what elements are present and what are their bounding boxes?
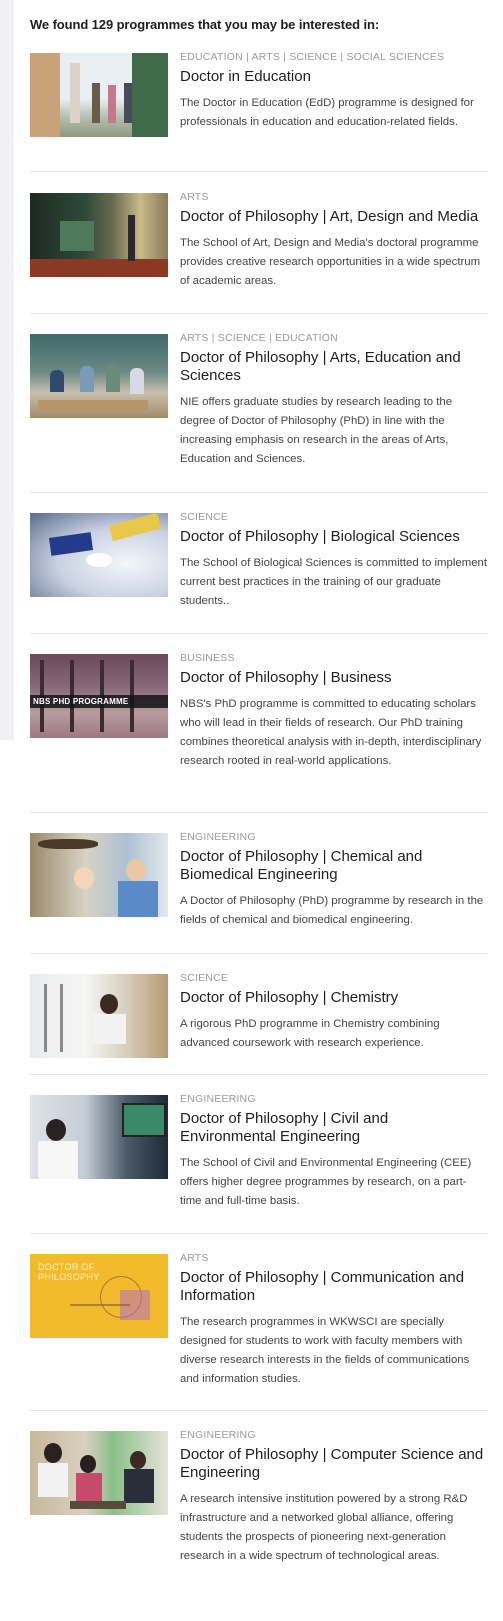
programme-description: NIE offers graduate studies by research … (180, 396, 453, 465)
list-item[interactable]: ARTS Doctor of Philosophy | Art, Design … (30, 190, 488, 314)
programme-image[interactable] (30, 1431, 168, 1515)
programme-description: The School of Art, Design and Media's do… (180, 237, 481, 287)
list-item[interactable]: DOCTOR OF PHILOSOPHY ARTS Doctor of Phil… (30, 1251, 488, 1411)
programme-category: ENGINEERING (180, 1093, 256, 1105)
programme-image[interactable] (30, 53, 168, 137)
list-item[interactable]: ENGINEERING Doctor of Philosophy | Chemi… (30, 830, 488, 954)
programme-title-link[interactable]: Doctor in Education (180, 68, 488, 86)
programme-image[interactable]: DOCTOR OF PHILOSOPHY (30, 1254, 168, 1338)
programme-title-link[interactable]: Doctor of Philosophy | Chemical and Biom… (180, 848, 488, 884)
programme-description: A research intensive institution powered… (180, 1493, 468, 1562)
programme-category: ARTS (180, 191, 209, 203)
programme-category: ARTS (180, 1252, 209, 1264)
left-rail (0, 0, 14, 740)
result-count: We found 129 programmes that you may be … (30, 17, 380, 32)
programme-title-link[interactable]: Doctor of Philosophy | Biological Scienc… (180, 528, 488, 546)
thumbnail-caption: DOCTOR OF PHILOSOPHY (38, 1262, 100, 1282)
programme-image[interactable] (30, 1095, 168, 1179)
list-item[interactable]: NBS PHD PROGRAMME BUSINESS Doctor of Phi… (30, 651, 488, 813)
programme-category: ENGINEERING (180, 1429, 256, 1441)
programme-category: SCIENCE (180, 972, 229, 984)
programme-description: NBS's PhD programme is committed to educ… (180, 698, 482, 767)
list-item[interactable]: EDUCATION | ARTS | SCIENCE | SOCIAL SCIE… (30, 50, 488, 172)
programme-image[interactable] (30, 334, 168, 418)
programme-image[interactable] (30, 513, 168, 597)
programme-image[interactable] (30, 974, 168, 1058)
programme-description: The School of Biological Sciences is com… (180, 557, 488, 607)
programme-title-link[interactable]: Doctor of Philosophy | Chemistry (180, 989, 488, 1007)
programme-title-link[interactable]: Doctor of Philosophy | Arts, Education a… (180, 349, 488, 385)
programme-category: SCIENCE (180, 511, 229, 523)
programme-title-link[interactable]: Doctor of Philosophy | Art, Design and M… (180, 208, 488, 226)
programme-category: BUSINESS (180, 652, 235, 664)
list-item[interactable]: ARTS | SCIENCE | EDUCATION Doctor of Phi… (30, 331, 488, 493)
programme-description: The Doctor in Education (EdD) programme … (180, 97, 474, 128)
programme-category: EDUCATION | ARTS | SCIENCE | SOCIAL SCIE… (180, 51, 445, 63)
programme-title-link[interactable]: Doctor of Philosophy | Business (180, 669, 488, 687)
programme-image[interactable] (30, 193, 168, 277)
programme-image[interactable] (30, 833, 168, 917)
thumbnail-caption: NBS PHD PROGRAMME (30, 695, 168, 708)
list-item[interactable]: ENGINEERING Doctor of Philosophy | Civil… (30, 1092, 488, 1234)
programme-category: ENGINEERING (180, 831, 256, 843)
programme-title-link[interactable]: Doctor of Philosophy | Civil and Environ… (180, 1110, 488, 1146)
list-item[interactable]: SCIENCE Doctor of Philosophy | Chemistry… (30, 971, 488, 1075)
programme-category: ARTS | SCIENCE | EDUCATION (180, 332, 338, 344)
programme-description: The research programmes in WKWSCI are sp… (180, 1316, 470, 1385)
list-item[interactable]: SCIENCE Doctor of Philosophy | Biologica… (30, 510, 488, 634)
programme-description: A rigorous PhD programme in Chemistry co… (180, 1018, 440, 1049)
programme-image[interactable]: NBS PHD PROGRAMME (30, 654, 168, 738)
list-item[interactable]: ENGINEERING Doctor of Philosophy | Compu… (30, 1428, 488, 1588)
programme-title-link[interactable]: Doctor of Philosophy | Communication and… (180, 1269, 488, 1305)
results-container: We found 129 programmes that you may be … (30, 0, 488, 1588)
programme-description: A Doctor of Philosophy (PhD) programme b… (180, 895, 484, 926)
programme-title-link[interactable]: Doctor of Philosophy | Computer Science … (180, 1446, 488, 1482)
programme-description: The School of Civil and Environmental En… (180, 1157, 472, 1207)
